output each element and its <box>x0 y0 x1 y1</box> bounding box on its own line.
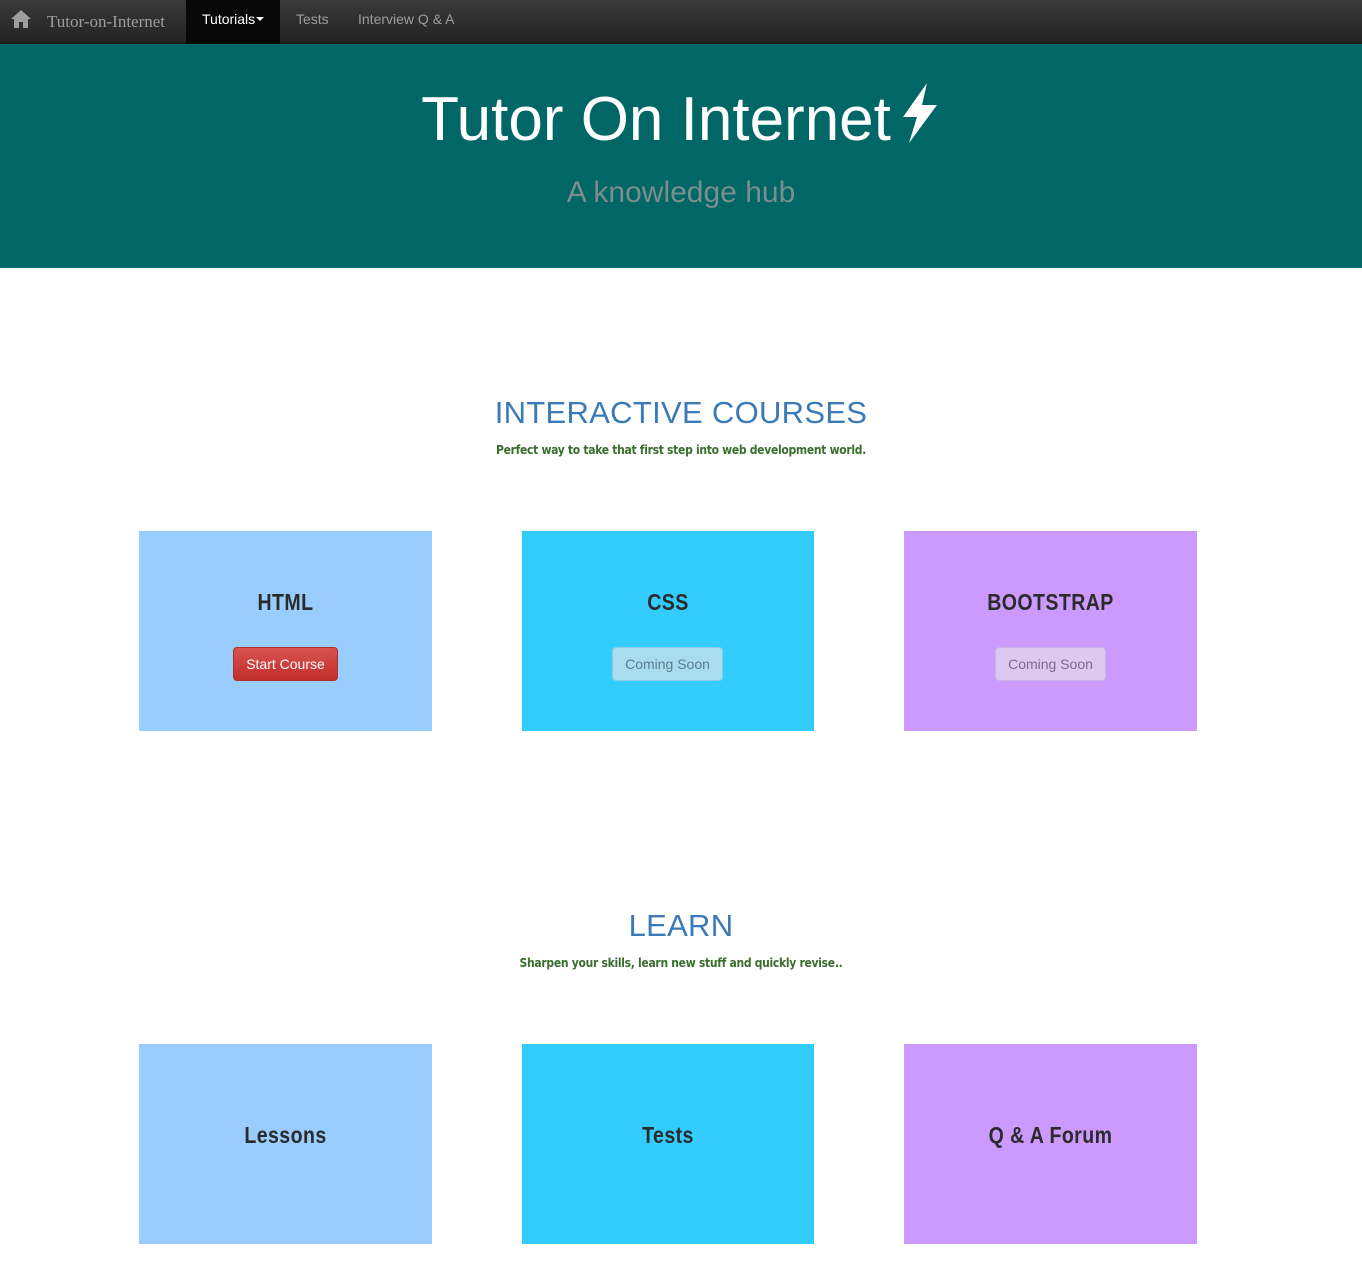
hero-title-row: Tutor On Internet <box>0 81 1362 155</box>
learn-section-title: LEARN <box>628 908 734 943</box>
nav-tutorials-label: Tutorials <box>202 11 256 27</box>
lightning-bolt-icon <box>897 81 941 145</box>
start-course-button[interactable]: Start Course <box>233 647 338 681</box>
course-card-html: HTML Start Course <box>139 531 432 731</box>
caret-down-icon <box>256 17 265 22</box>
course-card-title: CSS <box>647 589 689 615</box>
learn-card-title: Lessons <box>244 1122 327 1148</box>
nav-tests[interactable]: Tests <box>296 0 329 44</box>
learn-card-title: Tests <box>642 1122 694 1148</box>
course-card-bootstrap: BOOTSTRAP Coming Soon <box>904 531 1197 731</box>
coming-soon-button[interactable]: Coming Soon <box>995 647 1106 681</box>
home-icon[interactable] <box>10 9 32 29</box>
courses-section-subtitle: Perfect way to take that first step into… <box>495 443 867 457</box>
top-navbar: Tutor-on-Internet Tutorials Tests Interv… <box>0 0 1362 44</box>
learn-card-tests[interactable]: Tests <box>522 1044 814 1244</box>
course-card-title: BOOTSTRAP <box>987 589 1114 615</box>
learn-card-qa-forum[interactable]: Q & A Forum <box>904 1044 1197 1244</box>
nav-interview-qa[interactable]: Interview Q & A <box>358 0 454 44</box>
course-card-title: HTML <box>257 589 314 615</box>
brand-link[interactable]: Tutor-on-Internet <box>47 12 165 32</box>
learn-section-subtitle: Sharpen your skills, learn new stuff and… <box>519 956 843 970</box>
learn-card-lessons[interactable]: Lessons <box>139 1044 432 1244</box>
nav-tutorials-dropdown[interactable]: Tutorials <box>186 0 280 44</box>
coming-soon-button[interactable]: Coming Soon <box>612 647 723 681</box>
hero-banner: Tutor On Internet A knowledge hub <box>0 44 1362 268</box>
hero-title: Tutor On Internet <box>421 85 891 154</box>
courses-section-title: INTERACTIVE COURSES <box>494 395 868 430</box>
learn-card-title: Q & A Forum <box>988 1122 1113 1148</box>
course-card-css: CSS Coming Soon <box>522 531 814 731</box>
hero-subtitle: A knowledge hub <box>566 176 796 209</box>
